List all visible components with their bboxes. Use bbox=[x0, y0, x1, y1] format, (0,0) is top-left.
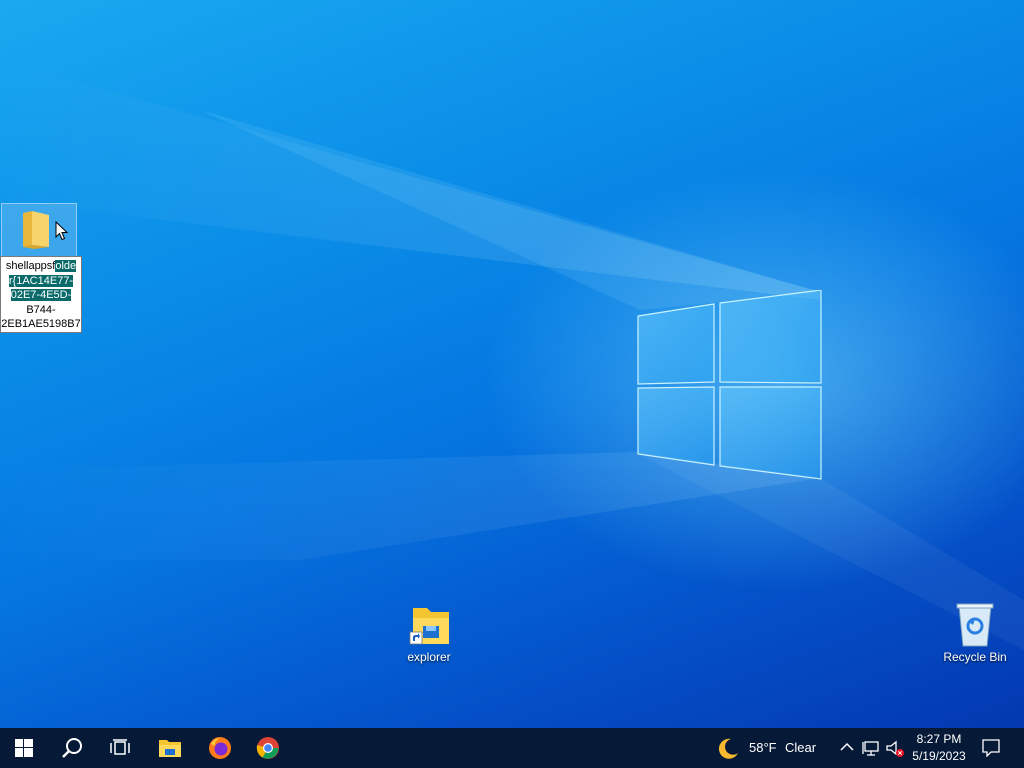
chevron-up-icon[interactable] bbox=[840, 742, 854, 752]
windows-logo-wallpaper bbox=[637, 290, 822, 480]
clock-time: 8:27 PM bbox=[916, 732, 962, 746]
clock[interactable]: 8:27 PM 5/19/2023 bbox=[906, 731, 972, 765]
rename-line-3: 02E7-4E5D- bbox=[10, 289, 72, 301]
recycle-bin-label: Recycle Bin bbox=[943, 650, 1007, 664]
explorer-label: explorer bbox=[407, 650, 451, 664]
taskbar-chrome[interactable] bbox=[244, 728, 292, 768]
moon-icon[interactable] bbox=[718, 737, 740, 759]
task-view-icon bbox=[110, 739, 130, 755]
folder-icon[interactable] bbox=[20, 209, 52, 249]
notification-icon[interactable] bbox=[982, 739, 1000, 757]
desktop[interactable]: shellappsfolde r{1AC14E77- 02E7-4E5D- B7… bbox=[0, 0, 1024, 728]
mouse-cursor-icon bbox=[55, 221, 69, 241]
file-explorer-icon bbox=[159, 740, 181, 757]
rename-line-1: shellappsfolde bbox=[5, 260, 77, 272]
volume-muted-icon[interactable] bbox=[886, 740, 906, 758]
rename-line-4: B744- bbox=[26, 303, 56, 316]
taskbar-firefox[interactable] bbox=[196, 728, 244, 768]
weather-temp[interactable]: 58°F bbox=[749, 740, 777, 755]
clock-date: 5/19/2023 bbox=[912, 749, 966, 763]
task-view-button[interactable] bbox=[96, 728, 144, 768]
rename-line-5: 2EB1AE5198B7 bbox=[1, 318, 81, 330]
search-icon bbox=[62, 738, 82, 758]
recycle-bin-icon bbox=[956, 603, 994, 647]
chrome-icon bbox=[256, 737, 279, 759]
network-icon[interactable] bbox=[862, 740, 880, 756]
start-icon bbox=[15, 739, 33, 757]
firefox-icon bbox=[209, 737, 231, 759]
weather-condition[interactable]: Clear bbox=[785, 740, 816, 755]
search-button[interactable] bbox=[48, 728, 96, 768]
taskbar-file-explorer[interactable] bbox=[146, 728, 194, 768]
rename-line-2: r{1AC14E77- bbox=[8, 274, 74, 287]
recycle-bin[interactable]: Recycle Bin bbox=[940, 602, 1010, 664]
explorer-shortcut[interactable]: explorer bbox=[398, 604, 460, 664]
file-explorer-icon bbox=[409, 608, 449, 645]
start-button[interactable] bbox=[0, 728, 48, 768]
rename-textbox[interactable]: shellappsfolde r{1AC14E77- 02E7-4E5D- B7… bbox=[0, 256, 82, 333]
taskbar: 58°F Clear 8:27 PM 5/19/2023 bbox=[0, 728, 1024, 768]
wallpaper-beams bbox=[0, 60, 1024, 650]
